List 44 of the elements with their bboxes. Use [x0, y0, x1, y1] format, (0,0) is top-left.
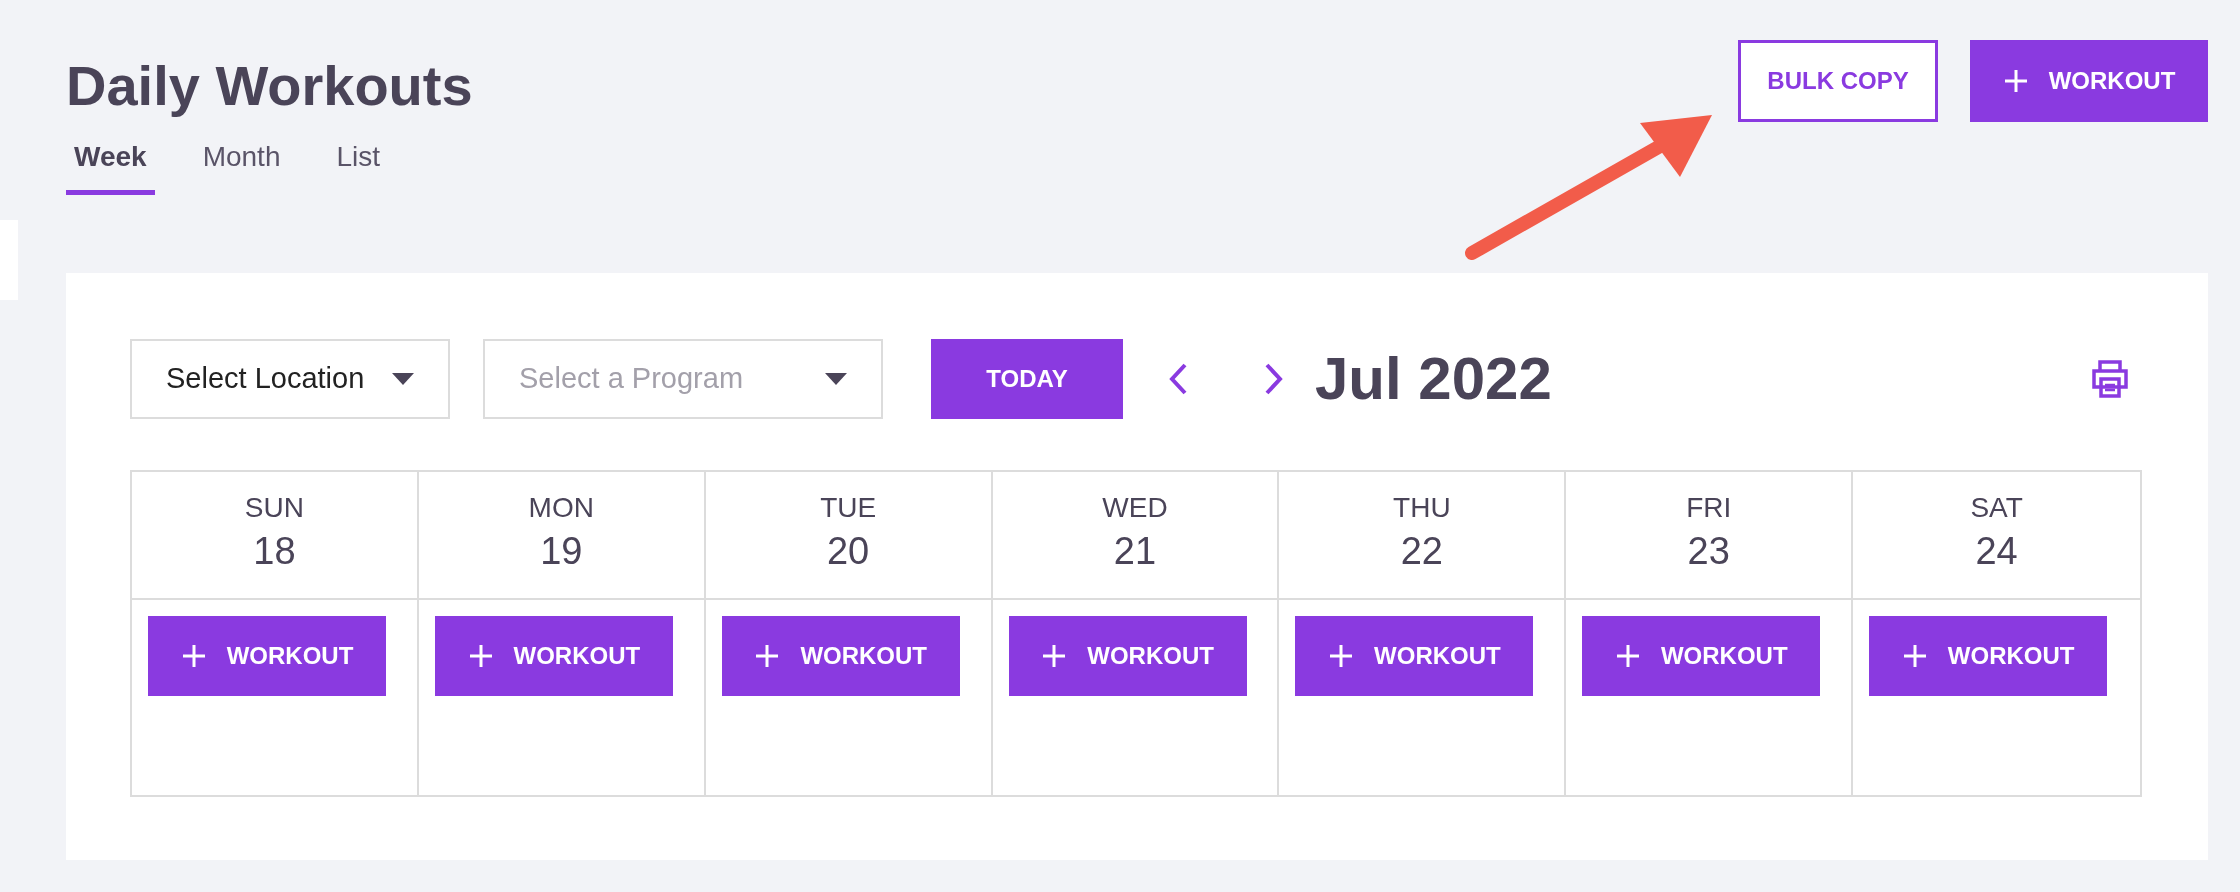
chevron-right-icon	[1265, 363, 1283, 395]
month-label: Jul 2022	[1315, 344, 1552, 414]
date-label: 24	[1975, 529, 2018, 574]
add-workout-button[interactable]: WORKOUT	[1295, 616, 1534, 696]
plus-icon	[180, 643, 207, 669]
chevron-left-icon	[1169, 363, 1187, 395]
weekday-label: SAT	[1970, 491, 2023, 525]
add-workout-button[interactable]: WORKOUT	[148, 616, 386, 696]
weekday-label: FRI	[1686, 491, 1732, 525]
date-label: 20	[827, 529, 870, 574]
caret-icon	[392, 373, 414, 385]
print-button[interactable]	[2090, 359, 2130, 399]
weekday-label: SUN	[244, 491, 304, 525]
plus-icon	[1901, 643, 1928, 669]
plus-icon	[1328, 643, 1355, 669]
add-workout-button[interactable]: WORKOUT	[1008, 616, 1247, 696]
plus-icon	[1614, 643, 1641, 669]
bulk-copy-button[interactable]: BULK COPY	[1738, 40, 1938, 122]
weekday-label: WED	[1102, 491, 1168, 525]
weekday-label: TUE	[820, 491, 877, 525]
plus-icon	[754, 643, 781, 669]
add-workout-button[interactable]: WORKOUT	[721, 616, 960, 696]
add-workout-button[interactable]: WORKOUT	[1869, 616, 2108, 696]
view-tab[interactable]: List	[328, 136, 389, 195]
date-label: 18	[253, 529, 296, 574]
add-workout-button[interactable]: WORKOUT	[1970, 40, 2208, 122]
add-workout-button[interactable]: WORKOUT	[1582, 616, 1821, 696]
date-label: 19	[540, 529, 583, 574]
view-tab[interactable]: Week	[66, 136, 155, 195]
plus-icon	[467, 643, 494, 669]
date-label: 22	[1400, 529, 1443, 574]
date-label: 21	[1113, 529, 1157, 574]
view-tab[interactable]: Month	[194, 136, 289, 195]
caret-icon	[825, 373, 847, 385]
plus-icon	[2002, 68, 2029, 94]
weekday-label: THU	[1393, 491, 1451, 525]
plus-icon	[1041, 643, 1068, 669]
weekday-label: MON	[528, 491, 594, 525]
print-icon	[2091, 360, 2129, 398]
page-title: Daily Workouts	[66, 54, 473, 118]
date-label: 23	[1687, 529, 1730, 574]
today-button[interactable]: TODAY	[931, 339, 1123, 419]
add-workout-button[interactable]: WORKOUT	[434, 616, 673, 696]
location-select[interactable]: Select Location	[130, 339, 450, 419]
